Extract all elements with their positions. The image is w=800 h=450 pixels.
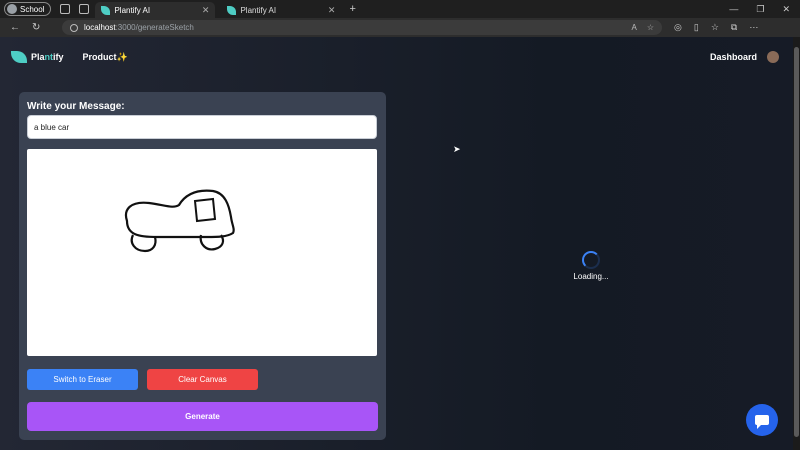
sketch-panel: Write your Message: Switch to Eraser Cle… bbox=[19, 92, 386, 440]
browser-tab-2[interactable]: Plantify AI ✕ bbox=[221, 2, 341, 18]
minimize-icon[interactable]: — bbox=[729, 4, 738, 15]
clear-canvas-button[interactable]: Clear Canvas bbox=[147, 369, 258, 390]
generate-button[interactable]: Generate bbox=[27, 402, 378, 431]
split-screen-icon[interactable]: ▯ bbox=[694, 22, 699, 33]
loading-text: Loading... bbox=[573, 272, 609, 281]
profile-avatar-icon bbox=[7, 4, 17, 14]
new-tab-icon[interactable]: + bbox=[349, 3, 355, 15]
window-controls: — ❐ ✕ bbox=[729, 4, 790, 15]
app-body: Plantify Product✨ Dashboard Write your M… bbox=[0, 37, 793, 450]
logo-text-2: nt bbox=[44, 52, 54, 62]
chat-button[interactable] bbox=[746, 404, 778, 436]
tab-actions-icon[interactable] bbox=[79, 4, 90, 14]
url-host: localhost bbox=[84, 23, 116, 32]
spinner-icon bbox=[582, 251, 600, 269]
favorites-icon[interactable]: ☆ bbox=[711, 22, 719, 33]
favorite-star-icon[interactable]: ☆ bbox=[647, 23, 654, 32]
chat-icon bbox=[755, 415, 769, 429]
profile-label: School bbox=[20, 4, 45, 14]
close-window-icon[interactable]: ✕ bbox=[782, 4, 790, 15]
address-bar: ← ↻ localhost :3000/generateSketch A ☆ ◎… bbox=[0, 18, 800, 37]
leaf-favicon-icon bbox=[227, 5, 237, 15]
read-aloud-icon[interactable]: A bbox=[631, 23, 636, 32]
page-scrollbar[interactable] bbox=[793, 37, 800, 450]
loading-indicator: Loading... bbox=[567, 251, 615, 281]
scrollbar-thumb[interactable] bbox=[794, 47, 799, 437]
back-icon[interactable]: ← bbox=[10, 22, 22, 33]
app-navbar: Plantify Product✨ Dashboard bbox=[0, 37, 793, 77]
message-input[interactable] bbox=[27, 115, 377, 139]
url-path: :3000/generateSketch bbox=[115, 23, 194, 32]
extensions-icon[interactable]: ◎ bbox=[674, 22, 682, 33]
close-tab-icon[interactable]: ✕ bbox=[202, 5, 210, 16]
close-tab-icon[interactable]: ✕ bbox=[328, 5, 336, 16]
workspaces-icon[interactable] bbox=[60, 4, 71, 14]
maximize-icon[interactable]: ❐ bbox=[756, 4, 764, 15]
collections-icon[interactable]: ⧉ bbox=[731, 22, 737, 33]
drawing-canvas[interactable] bbox=[27, 149, 377, 356]
leaf-favicon-icon bbox=[101, 5, 111, 15]
sketch-drawing bbox=[124, 189, 235, 253]
dashboard-link[interactable]: Dashboard bbox=[710, 52, 757, 62]
leaf-logo-icon bbox=[11, 51, 27, 63]
info-icon[interactable] bbox=[70, 23, 78, 32]
browser-tab-title: Plantify AI bbox=[240, 5, 277, 15]
profile-button[interactable]: School bbox=[4, 2, 52, 16]
logo[interactable]: Plantify bbox=[11, 51, 64, 63]
product-menu-item[interactable]: Product✨ bbox=[83, 52, 128, 63]
switch-to-eraser-button[interactable]: Switch to Eraser bbox=[27, 369, 138, 390]
user-avatar[interactable] bbox=[767, 51, 779, 63]
browser-tab-title: Plantify AI bbox=[114, 5, 151, 15]
logo-text-1: Pla bbox=[31, 52, 45, 62]
url-field[interactable]: localhost :3000/generateSketch A ☆ bbox=[62, 20, 662, 35]
settings-more-icon[interactable]: ⋯ bbox=[749, 22, 758, 33]
browser-tab-1[interactable]: Plantify AI ✕ bbox=[95, 2, 216, 18]
logo-text-3: ify bbox=[53, 52, 64, 62]
mouse-cursor-icon: ➤ bbox=[453, 144, 461, 154]
browser-tab-bar: School Plantify AI ✕ Plantify AI ✕ + — ❐… bbox=[0, 0, 800, 18]
message-label: Write your Message: bbox=[27, 101, 125, 112]
refresh-icon[interactable]: ↻ bbox=[32, 22, 44, 33]
